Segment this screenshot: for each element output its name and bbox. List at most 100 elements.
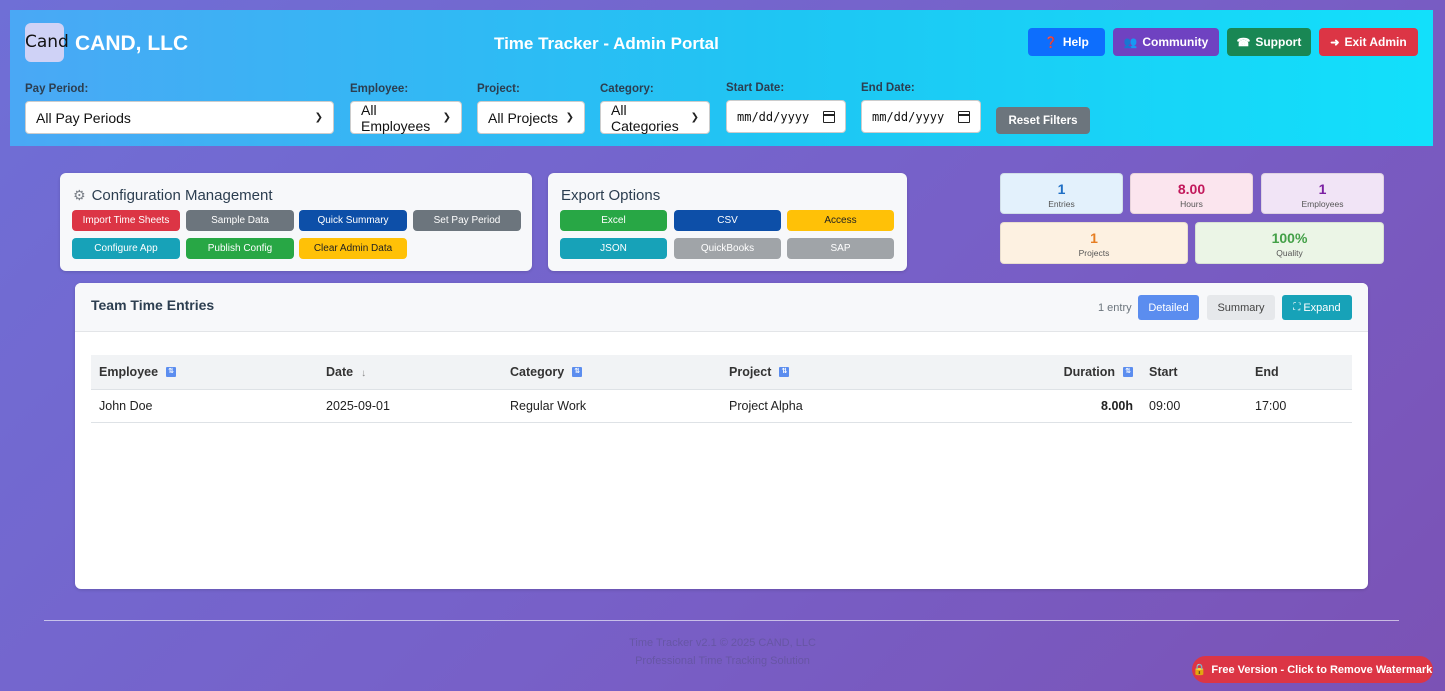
remove-watermark-button[interactable]: 🔒 Free Version - Click to Remove Waterma… [1192,656,1433,683]
table-row[interactable]: John Doe 2025-09-01 Regular Work Project… [91,389,1352,423]
end-date-placeholder: mm/dd/yyyy [872,109,945,124]
chevron-down-icon: ❯ [442,112,451,123]
col-date[interactable]: Date ↓ [318,355,502,390]
start-date-input[interactable]: mm/dd/yyyy [726,100,846,133]
stat-projects-value: 1 [1090,230,1098,246]
configuration-title-label: Configuration Management [91,187,273,204]
quick-summary-button[interactable]: Quick Summary [299,210,407,231]
export-title: Export Options [561,187,661,204]
calendar-icon[interactable] [823,110,835,123]
footer-copyright: Time Tracker v2.1 © 2025 CAND, LLC [629,637,816,649]
sign-out-icon: ➜ [1330,36,1340,49]
stat-quality-value: 100% [1271,230,1308,246]
stat-quality-label: Quality [1276,248,1303,258]
card-title: Team Time Entries [91,297,215,313]
footer-divider [44,620,1399,621]
col-category[interactable]: Category ⇅ [502,355,721,390]
publish-config-button[interactable]: Publish Config [186,238,294,259]
stat-entries-value: 1 [1057,181,1066,197]
category-label: Category: [600,83,654,95]
chevron-down-icon: ❯ [690,112,699,123]
cell-duration: 8.00h [953,389,1141,423]
set-pay-period-button[interactable]: Set Pay Period [413,210,521,231]
headset-icon: ☎ [1236,36,1251,49]
col-project-label: Project [729,364,772,379]
watermark-label: Free Version - Click to Remove Watermark [1211,663,1433,676]
table-header-row: Employee ⇅ Date ↓ Category ⇅ Project ⇅ Durat… [91,355,1352,390]
project-select[interactable]: All Projects ❯ [477,101,585,134]
export-access-button[interactable]: Access [787,210,894,231]
category-value: All Categories [611,101,679,134]
chevron-down-icon: ❯ [565,112,574,123]
cell-employee: John Doe [91,389,318,423]
stat-employees-value: 1 [1318,181,1327,197]
col-start-label: Start [1149,364,1178,379]
stat-hours: 8.00 Hours [1130,173,1253,214]
start-date-label: Start Date: [726,82,785,94]
export-json-button[interactable]: JSON [560,238,667,259]
expand-button[interactable]: ⛶ Expand [1282,295,1352,320]
col-duration[interactable]: Duration ⇅ [953,355,1141,390]
sort-icon: ⇅ [572,367,583,378]
expand-button-label: Expand [1303,301,1341,314]
summary-view-button[interactable]: Summary [1207,295,1275,320]
entries-table: Employee ⇅ Date ↓ Category ⇅ Project ⇅ Durat… [91,355,1352,423]
col-start: Start [1141,355,1247,390]
sort-icon: ⇅ [166,367,177,378]
help-button[interactable]: ❓ Help [1028,28,1105,56]
support-button-label: Support [1255,35,1302,49]
users-icon: 👥 [1123,36,1138,49]
col-end: End [1247,355,1352,390]
end-date-label: End Date: [861,82,915,94]
exit-admin-button-label: Exit Admin [1344,35,1407,49]
company-name: CAND, LLC [75,32,189,55]
card-header: Team Time Entries 1 entry Detailed Summa… [75,283,1368,332]
gear-icon: ⚙ [73,187,86,203]
team-time-entries-card: Team Time Entries 1 entry Detailed Summa… [75,283,1368,589]
export-excel-button[interactable]: Excel [560,210,667,231]
company-logo: Cand [25,23,69,62]
export-csv-button[interactable]: CSV [674,210,781,231]
calendar-icon[interactable] [958,110,970,123]
community-button-label: Community [1142,35,1209,49]
stat-hours-label: Hours [1180,199,1203,209]
pay-period-select[interactable]: All Pay Periods ❯ [25,101,334,134]
col-duration-label: Duration [1063,364,1115,379]
export-panel: Export Options Excel CSV Access JSON Qui… [548,173,907,271]
page-title: Time Tracker - Admin Portal [494,34,719,53]
cell-project: Project Alpha [721,389,953,423]
stat-projects-label: Projects [1078,248,1110,258]
end-date-input[interactable]: mm/dd/yyyy [861,100,981,133]
col-end-label: End [1255,364,1279,379]
stat-hours-value: 8.00 [1177,181,1206,197]
col-employee[interactable]: Employee ⇅ [91,355,318,390]
col-project[interactable]: Project ⇅ [721,355,953,390]
exit-admin-button[interactable]: ➜ Exit Admin [1319,28,1418,56]
start-date-placeholder: mm/dd/yyyy [737,109,810,124]
col-date-label: Date [326,364,354,379]
expand-icon: ⛶ [1293,302,1301,313]
cell-end: 17:00 [1247,389,1352,423]
export-quickbooks-button[interactable]: QuickBooks [674,238,781,259]
sample-data-button[interactable]: Sample Data [186,210,294,231]
col-employee-label: Employee [99,364,159,379]
cell-category: Regular Work [502,389,721,423]
import-time-sheets-button[interactable]: Import Time Sheets [72,210,180,231]
clear-admin-data-button[interactable]: Clear Admin Data [299,238,407,259]
community-button[interactable]: 👥 Community [1113,28,1219,56]
stat-entries-label: Entries [1048,199,1075,209]
category-select[interactable]: All Categories ❯ [600,101,710,134]
employee-select[interactable]: All Employees ❯ [350,101,462,134]
stat-quality: 100% Quality [1195,222,1384,264]
sort-icon: ⇅ [1123,367,1133,378]
stat-projects: 1 Projects [1000,222,1188,264]
detailed-view-button[interactable]: Detailed [1138,295,1199,320]
support-button[interactable]: ☎ Support [1227,28,1311,56]
configure-app-button[interactable]: Configure App [72,238,180,259]
employee-value: All Employees [361,101,431,134]
pay-period-value: All Pay Periods [36,109,131,126]
export-sap-button[interactable]: SAP [787,238,894,259]
configuration-title: ⚙ Configuration Management [73,187,273,204]
entry-count: 1 entry [1098,302,1132,314]
reset-filters-button[interactable]: Reset Filters [996,107,1090,134]
